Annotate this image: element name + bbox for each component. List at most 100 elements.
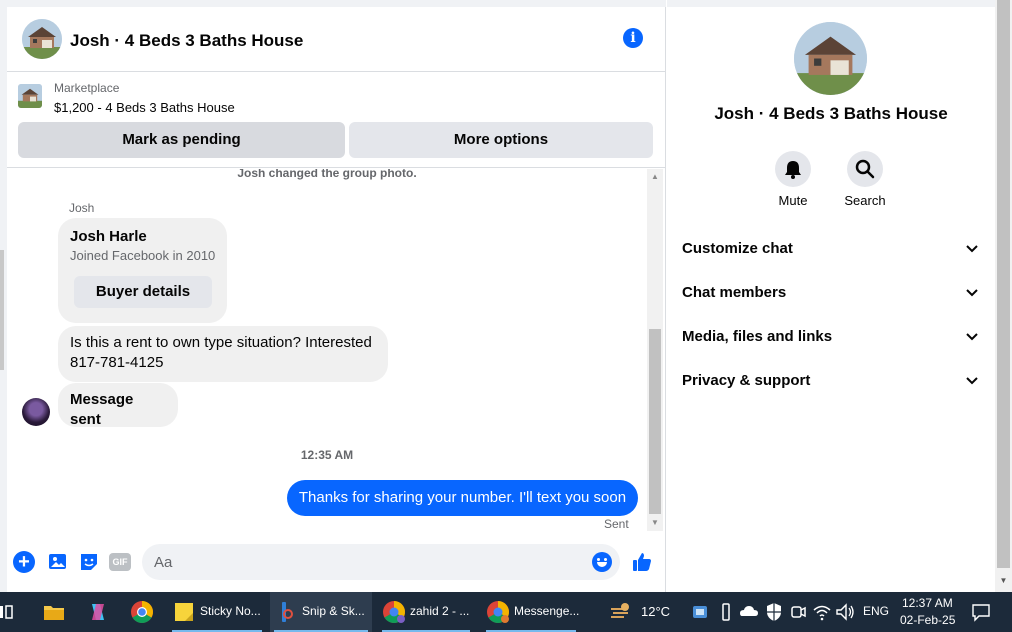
chat-header: Josh · 4 Beds 3 Baths House i	[7, 7, 666, 72]
message-timestamp: 12:35 AM	[300, 448, 354, 462]
clock-time[interactable]: 12:37 AM	[902, 596, 953, 610]
sticker-icon[interactable]	[78, 551, 100, 573]
thumbs-up-icon-svg	[633, 553, 651, 571]
file-explorer-icon[interactable]	[42, 600, 66, 624]
left-scroll-hint	[0, 250, 4, 370]
emoji-icon[interactable]	[592, 552, 612, 572]
left-gutter	[0, 0, 7, 592]
temperature[interactable]: 12°C	[641, 604, 670, 619]
scroll-down-arrow-icon[interactable]: ▼	[995, 576, 1012, 585]
message-status: Sent	[604, 517, 629, 531]
section-customize-chat[interactable]: Customize chat	[682, 234, 982, 264]
task-view-icon[interactable]	[0, 600, 14, 624]
buyer-details-button[interactable]: Buyer details	[74, 276, 212, 308]
info-icon[interactable]: i	[623, 28, 643, 48]
chat-title[interactable]: Josh · 4 Beds 3 Baths House	[70, 31, 303, 51]
gif-icon[interactable]: GIF	[109, 553, 131, 571]
thumbs-up-icon[interactable]	[631, 551, 653, 573]
mark-as-pending-button[interactable]: Mark as pending	[18, 122, 345, 158]
usb-icon[interactable]	[717, 600, 735, 624]
photo-icon-svg	[49, 554, 66, 569]
chrome-icon	[383, 601, 405, 623]
taskbar-app-sticky-notes[interactable]: Sticky No...	[168, 592, 266, 632]
house-photo-icon	[22, 19, 62, 59]
chrome-icon	[487, 601, 509, 623]
sender-avatar[interactable]	[22, 398, 50, 426]
listing-thumbnail[interactable]	[18, 84, 42, 108]
volume-icon[interactable]	[834, 600, 856, 624]
mute-label: Mute	[778, 193, 808, 208]
house-photo-icon	[794, 22, 867, 95]
outgoing-message-bubble[interactable]: Thanks for sharing your number. I'll tex…	[287, 480, 638, 516]
clock-date[interactable]: 02-Feb-25	[900, 613, 955, 627]
wifi-icon[interactable]	[812, 600, 832, 624]
group-avatar[interactable]	[22, 19, 62, 59]
message-input-wrapper	[142, 544, 620, 580]
windows-taskbar: Sticky No... Snip & Sk... zahid 2 - ... …	[0, 592, 1012, 632]
weather-icon[interactable]	[608, 600, 632, 624]
section-chat-members[interactable]: Chat members	[682, 278, 982, 308]
marketplace-label: Marketplace	[54, 81, 120, 95]
photo-icon[interactable]	[47, 551, 69, 573]
taskbar-app-messenger[interactable]: Messenge...	[482, 592, 580, 632]
marketplace-banner: Marketplace $1,200 - 4 Beds 3 Baths Hous…	[7, 73, 666, 168]
snip-sketch-icon	[282, 602, 293, 622]
chevron-down-icon	[966, 333, 978, 341]
taskbar-app-label: Messenge...	[514, 604, 580, 618]
profile-joined: Joined Facebook in 2010	[70, 248, 216, 263]
page-scrollbar[interactable]: ▼	[995, 0, 1012, 592]
taskbar-app-label: Snip & Sk...	[302, 604, 365, 618]
message-list: Josh changed the group photo. Josh Josh …	[7, 169, 647, 531]
security-shield-icon[interactable]	[764, 600, 784, 624]
section-label: Chat members	[682, 284, 787, 301]
taskbar-app-chrome-profile[interactable]: zahid 2 - ...	[378, 592, 474, 632]
sticker-icon-svg	[81, 554, 97, 570]
search-icon	[855, 159, 875, 179]
composer: + GIF	[7, 533, 666, 592]
section-media-files-links[interactable]: Media, files and links	[682, 322, 982, 352]
input-language[interactable]: ENG	[863, 604, 889, 618]
message-bubble[interactable]: Is this a rent to own type situation? In…	[58, 326, 388, 382]
scroll-down-arrow-icon[interactable]: ▼	[647, 518, 663, 527]
notifications-icon[interactable]	[970, 600, 992, 624]
listing-title[interactable]: $1,200 - 4 Beds 3 Baths House	[54, 100, 235, 115]
chrome-icon[interactable]	[130, 600, 154, 624]
message-bubble[interactable]: Message sent	[58, 383, 178, 428]
bell-icon	[785, 161, 801, 179]
meet-now-icon[interactable]	[788, 600, 808, 624]
plus-icon[interactable]: +	[13, 551, 35, 573]
house-photo-icon	[18, 84, 42, 108]
taskbar-app-snip-sketch[interactable]: Snip & Sk...	[270, 592, 372, 632]
scroll-thumb[interactable]	[649, 329, 661, 514]
more-options-button[interactable]: More options	[349, 122, 653, 158]
onedrive-cloud-icon[interactable]	[738, 600, 760, 624]
system-notice: Josh changed the group photo.	[237, 169, 417, 180]
app-tray-icon[interactable]	[690, 600, 710, 624]
top-strip	[667, 0, 995, 7]
messenger-window: Josh · 4 Beds 3 Baths House i Marketplac…	[0, 0, 1012, 592]
section-label: Media, files and links	[682, 328, 833, 345]
message-scrollbar[interactable]: ▲ ▼	[647, 169, 663, 531]
scroll-up-arrow-icon[interactable]: ▲	[647, 172, 663, 181]
message-input[interactable]	[154, 544, 584, 580]
copilot-icon[interactable]	[86, 600, 110, 624]
top-strip	[7, 0, 666, 7]
sender-name: Josh	[69, 201, 95, 215]
group-avatar-large[interactable]	[794, 22, 867, 95]
search-label: Search	[844, 193, 886, 208]
taskbar-app-label: zahid 2 - ...	[410, 604, 470, 618]
section-label: Customize chat	[682, 240, 793, 257]
section-label: Privacy & support	[682, 372, 811, 389]
chat-pane: Josh · 4 Beds 3 Baths House i Marketplac…	[7, 0, 666, 592]
profile-name: Josh Harle	[70, 228, 147, 245]
chat-info-pane: Josh · 4 Beds 3 Baths House Mute Search …	[667, 0, 995, 592]
profile-card: Josh Harle Joined Facebook in 2010 Buyer…	[58, 218, 227, 323]
mute-button[interactable]	[775, 151, 811, 187]
taskbar-app-label: Sticky No...	[200, 604, 261, 618]
scroll-thumb[interactable]	[997, 0, 1010, 568]
chevron-down-icon	[966, 377, 978, 385]
chevron-down-icon	[966, 289, 978, 297]
chevron-down-icon	[966, 245, 978, 253]
search-button[interactable]	[847, 151, 883, 187]
section-privacy-support[interactable]: Privacy & support	[682, 366, 982, 396]
